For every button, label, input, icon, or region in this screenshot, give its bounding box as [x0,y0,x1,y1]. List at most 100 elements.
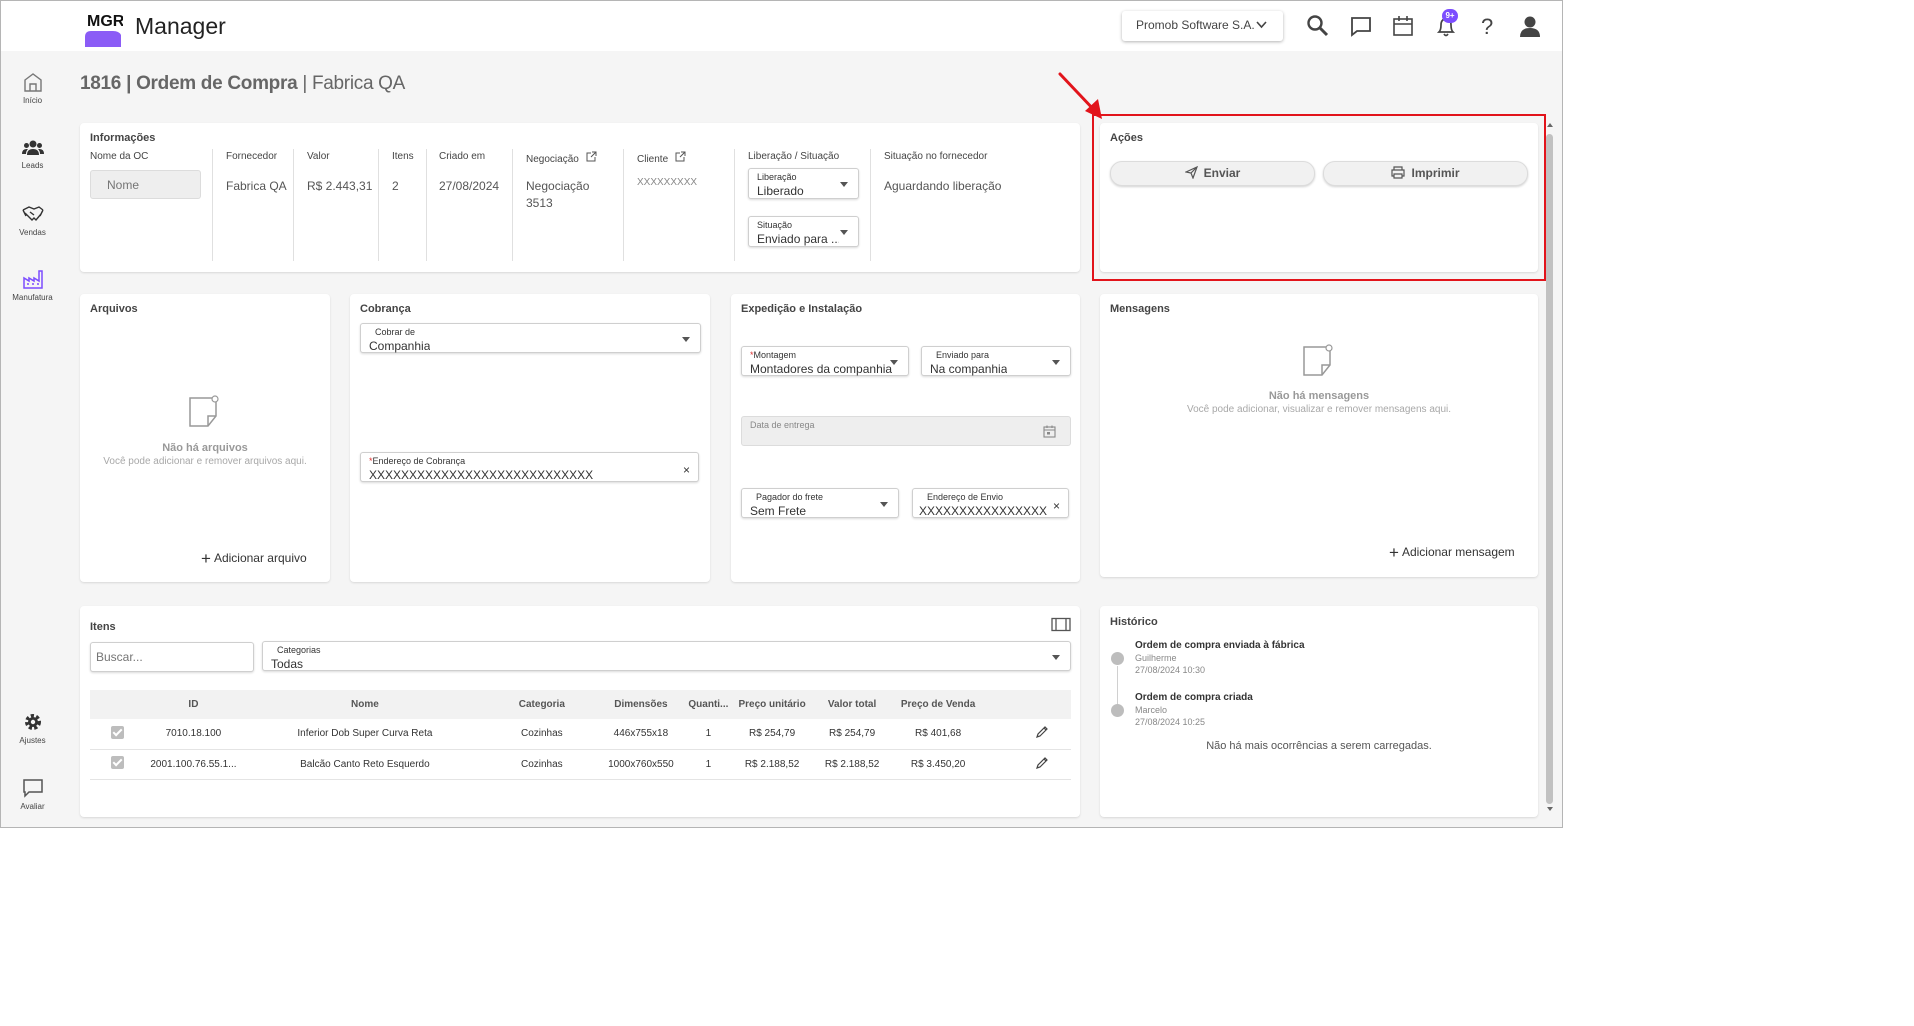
sidebar: Início Leads Vendas Manufatura Ajustes A… [1,51,64,827]
negociacao-line2: 3513 [526,196,553,210]
sidebar-item-ajustes[interactable]: Ajustes [1,711,64,745]
cell-actions [984,749,1071,780]
row-checkbox[interactable] [90,719,145,750]
title-separator: | [126,73,132,94]
criado-label: Criado em [439,151,486,162]
cobranca-card: Cobrança Cobrar de Companhia *Endereço d… [350,294,710,582]
arquivos-empty-title: Não há arquivos [162,442,248,454]
column-header-actions [984,690,1071,719]
clear-icon[interactable]: × [1053,499,1060,513]
historico-card: Histórico Ordem de compra enviada à fábr… [1100,606,1538,817]
cell-dimensoes: 446x755x18 [596,719,686,750]
sidebar-item-leads[interactable]: Leads [1,138,64,170]
cell-valor-total: R$ 2.188,52 [812,749,892,780]
caret-down-icon [682,337,690,342]
company-selector[interactable]: Promob Software S.A. [1122,11,1283,41]
enviado-para-select[interactable]: Enviado para Na companhia [921,346,1071,376]
calendar-icon[interactable] [1043,425,1056,438]
order-number: 1816 [80,73,122,94]
montagem-select[interactable]: *Montagem Montadores da companhia [741,346,909,376]
billing-address-input[interactable]: *Endereço de Cobrança XXXXXXXXXXXXXXXXXX… [360,452,699,482]
column-header-categoria[interactable]: Categoria [487,690,597,719]
arquivos-title: Arquivos [90,303,138,315]
table-row[interactable]: 2001.100.76.55.1... Balcão Canto Reto Es… [90,749,1071,780]
message-icon[interactable] [1348,13,1374,39]
negociacao-value: Negociação 3513 [526,178,589,212]
sidebar-item-avaliar[interactable]: Avaliar [1,777,64,811]
history-event-title: Ordem de compra criada [1135,692,1253,703]
items-search-input[interactable] [90,642,254,672]
scroll-down-icon[interactable] [1546,805,1554,813]
freight-payer-label: Pagador do frete [756,492,824,502]
column-header-nome[interactable]: Nome [242,690,488,719]
freight-payer-select[interactable]: Pagador do frete Sem Frete [741,488,899,518]
delivery-date-input[interactable]: Data de entrega [741,416,1071,446]
home-icon [23,73,42,92]
history-end-text: Não há mais ocorrências a serem carregad… [1206,740,1432,752]
column-header-select [90,690,145,719]
oc-name-input[interactable] [90,170,201,199]
negociacao-line1: Negociação [526,179,590,193]
notification-badge: 9+ [1442,9,1458,23]
negociacao-label: Negociação [526,151,597,165]
order-subtitle: Fabrica QA [311,73,406,94]
external-link-icon[interactable] [585,151,597,163]
liberacao-select[interactable]: Liberação Liberado [748,168,859,199]
billing-address-value: XXXXXXXXXXXXXXXXXXXXXXXXXXXX [369,468,594,482]
timeline-dot [1111,652,1124,665]
columns-icon[interactable] [1051,617,1071,632]
app-title: Manager [135,13,226,39]
pencil-icon[interactable] [1035,725,1049,739]
user-icon[interactable] [1517,13,1543,39]
situacao-select[interactable]: Situação Enviado para ... [748,216,859,247]
situacao-fornecedor-label: Situação no fornecedor [884,151,988,162]
chat-icon [22,779,43,798]
clear-icon[interactable]: × [683,463,690,477]
column-header-preco-unitario[interactable]: Preço unitário [731,690,813,719]
table-row[interactable]: 7010.18.100 Inferior Dob Super Curva Ret… [90,719,1071,750]
sidebar-item-inicio[interactable]: Início [1,71,64,105]
cell-categoria: Cozinhas [487,719,597,750]
add-file-button[interactable]: + Adicionar arquivo [201,549,307,569]
column-header-dimensoes[interactable]: Dimensões [596,690,686,719]
table-header-row: ID Nome Categoria Dimensões Quanti... Pr… [90,690,1071,719]
categories-select[interactable]: Categorias Todas [262,641,1071,671]
shipping-address-label: Endereço de Envio [927,492,1004,502]
help-icon[interactable]: ? [1475,13,1501,39]
cobrar-de-value: Companhia [369,339,431,353]
pencil-icon[interactable] [1035,756,1049,770]
scroll-up-icon[interactable] [1546,121,1554,129]
criado-value: 27/08/2024 [439,179,500,193]
cell-valor-total: R$ 254,79 [812,719,892,750]
scrollbar-thumb[interactable] [1546,134,1553,804]
history-event-user: Marcelo [1135,705,1168,715]
caret-down-icon [880,502,888,507]
column-header-quantidade[interactable]: Quanti... [685,690,732,719]
montagem-label-text: Montagem [753,350,797,360]
shipping-address-input[interactable]: Endereço de Envio XXXXXXXXXXXXXXXXX × [912,488,1069,518]
sidebar-item-vendas[interactable]: Vendas [1,203,64,237]
liberacao-label: Liberação [757,172,797,182]
row-checkbox[interactable] [90,749,145,780]
column-header-preco-venda[interactable]: Preço de Venda [891,690,985,719]
external-link-icon[interactable] [674,151,686,163]
column-header-valor-total[interactable]: Valor total [812,690,892,719]
fornecedor-label: Fornecedor [226,151,278,162]
itens-title: Itens [90,621,116,633]
add-message-button[interactable]: + Adicionar mensagem [1389,543,1515,563]
cell-categoria: Cozinhas [487,749,597,780]
plus-icon: + [201,549,211,568]
caret-down-icon [890,360,898,365]
sidebar-item-manufatura[interactable]: Manufatura [1,268,64,302]
divider [378,149,379,261]
search-icon[interactable] [1305,13,1331,39]
billing-address-label-text: Endereço de Cobrança [372,456,466,466]
itens-label: Itens [392,151,414,162]
valor-value: R$ 2.443,31 [307,179,373,193]
cobrar-de-select[interactable]: Cobrar de Companhia [360,323,701,353]
cobrar-de-label: Cobrar de [375,327,416,337]
column-header-id[interactable]: ID [144,690,243,719]
svg-text:MGR: MGR [87,13,123,30]
enviado-para-value: Na companhia [930,362,1008,376]
calendar-icon[interactable] [1390,13,1416,39]
